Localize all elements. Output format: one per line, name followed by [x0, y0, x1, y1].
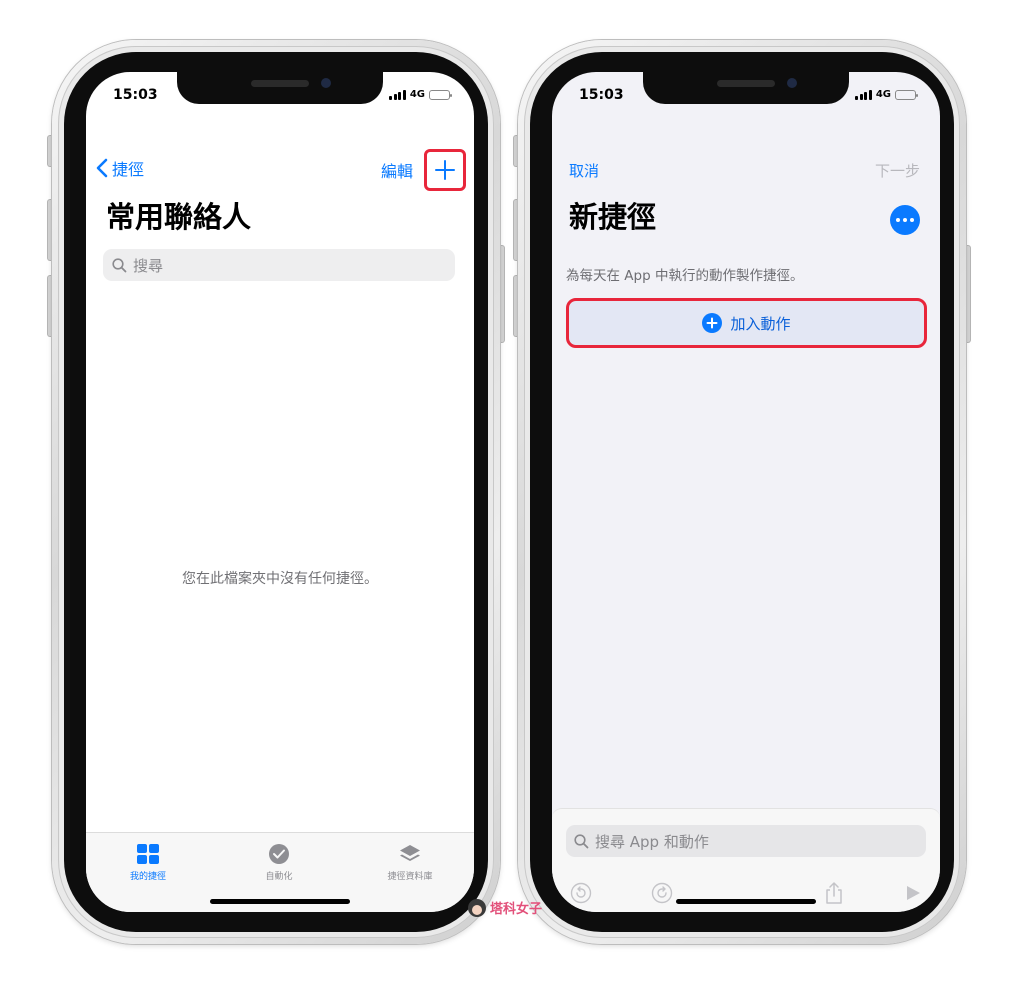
- screen: 15:03 4G 捷徑 編輯 常用聯絡人 搜尋 您在此檔案夾中沒有任何捷徑。 我…: [86, 72, 474, 912]
- back-button[interactable]: 捷徑: [96, 156, 144, 180]
- more-options-button[interactable]: [890, 205, 920, 235]
- action-search-panel: 搜尋 App 和動作: [552, 808, 940, 912]
- network-type: 4G: [875, 89, 891, 100]
- front-camera: [787, 78, 797, 88]
- action-search-field[interactable]: 搜尋 App 和動作: [566, 825, 926, 857]
- chevron-left-icon: [96, 158, 108, 178]
- speaker-grille: [717, 80, 775, 87]
- battery-icon: [895, 89, 918, 100]
- home-indicator: [210, 899, 350, 904]
- add-action-label: 加入動作: [730, 314, 791, 333]
- empty-folder-message: 您在此檔案夾中沒有任何捷徑。: [182, 571, 378, 587]
- tab-label: 我的捷徑: [129, 872, 166, 882]
- search-field[interactable]: 搜尋: [103, 249, 455, 281]
- automation-clock-icon: [229, 841, 329, 867]
- notch: [177, 72, 383, 104]
- network-type: 4G: [409, 89, 425, 100]
- ellipsis-icon: [896, 218, 900, 222]
- home-indicator: [676, 899, 816, 904]
- tab-gallery[interactable]: 捷徑資料庫: [360, 841, 460, 882]
- watermark-avatar-icon: [468, 898, 486, 917]
- status-indicators: 4G: [855, 89, 918, 100]
- phone-left: 15:03 4G 捷徑 編輯 常用聯絡人 搜尋 您在此檔案夾中沒有任何捷徑。 我…: [48, 40, 504, 944]
- search-placeholder: 搜尋: [133, 256, 164, 275]
- status-time: 15:03: [113, 87, 158, 103]
- play-icon: [907, 886, 920, 900]
- edit-button[interactable]: 編輯: [381, 158, 413, 182]
- undo-icon: [570, 882, 592, 904]
- search-placeholder: 搜尋 App 和動作: [595, 832, 709, 851]
- battery-icon: [429, 89, 452, 100]
- search-icon: [112, 257, 127, 272]
- redo-icon: [651, 882, 673, 904]
- plus-circle-icon: [702, 313, 723, 333]
- status-time: 15:03: [579, 87, 624, 103]
- cancel-button[interactable]: 取消: [569, 160, 599, 181]
- search-icon: [574, 833, 589, 848]
- tab-label: 自動化: [265, 872, 293, 882]
- back-button-label: 捷徑: [112, 160, 145, 179]
- screen: 15:03 4G 取消 下一步 新捷徑 為每天在 App 中執行的動作製作捷徑。…: [552, 72, 940, 912]
- shortcut-description: 為每天在 App 中執行的動作製作捷徑。: [566, 268, 804, 284]
- tab-my-shortcuts[interactable]: 我的捷徑: [98, 841, 198, 882]
- notch: [643, 72, 849, 104]
- cellular-signal-icon: [855, 89, 872, 100]
- front-camera: [321, 78, 331, 88]
- phone-right: 15:03 4G 取消 下一步 新捷徑 為每天在 App 中執行的動作製作捷徑。…: [514, 40, 970, 944]
- watermark-text: 塔科女子: [490, 902, 543, 917]
- share-icon: [826, 882, 842, 904]
- undo-button[interactable]: [569, 881, 593, 905]
- tab-label: 捷徑資料庫: [387, 872, 433, 882]
- share-button[interactable]: [822, 881, 846, 905]
- run-button[interactable]: [901, 881, 925, 905]
- grid-icon: [98, 841, 198, 867]
- speaker-grille: [251, 80, 309, 87]
- next-step-button[interactable]: 下一步: [875, 160, 920, 181]
- layers-icon: [360, 841, 460, 867]
- add-action-button[interactable]: 加入動作: [566, 298, 927, 348]
- page-title: 新捷徑: [569, 200, 657, 234]
- cellular-signal-icon: [389, 89, 406, 100]
- status-indicators: 4G: [389, 89, 452, 100]
- page-title: 常用聯絡人: [106, 200, 252, 234]
- add-shortcut-button[interactable]: [424, 149, 466, 191]
- tab-automation[interactable]: 自動化: [229, 841, 329, 882]
- plus-icon: [435, 160, 455, 180]
- redo-button[interactable]: [650, 881, 674, 905]
- watermark: 塔科女子: [468, 898, 542, 917]
- tab-bar: 我的捷徑 自動化 捷徑資料庫: [86, 832, 474, 912]
